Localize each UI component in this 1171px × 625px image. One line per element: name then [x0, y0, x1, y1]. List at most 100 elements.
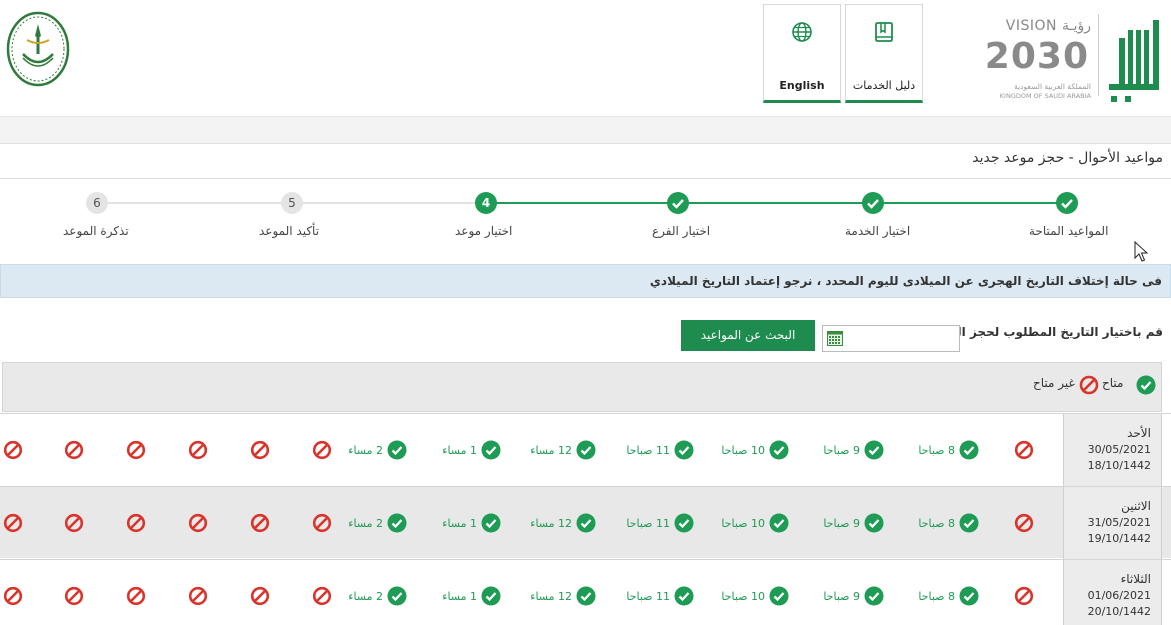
step-2-label: اختيار الخدمة: [845, 224, 911, 238]
available-slot[interactable]: 11 صباحا: [612, 513, 694, 535]
step-1-circle: [1056, 192, 1078, 214]
check-icon: [387, 586, 407, 606]
header-strip: [0, 116, 1171, 144]
vision-country-ar: المملكة العربية السعودية: [1014, 82, 1091, 91]
unavailable-slot-icon: [188, 513, 208, 533]
available-slot[interactable]: 2 مساء: [325, 586, 407, 608]
step-1-label: المواعيد المتاحة: [1029, 224, 1109, 238]
day-name: الاثنين: [1121, 499, 1151, 513]
available-slot[interactable]: 9 صباحا: [802, 513, 884, 535]
check-icon: [387, 513, 407, 533]
date-input[interactable]: [822, 325, 960, 352]
slot-time-label: 9 صباحا: [823, 590, 860, 603]
slot-time-label: 11 صباحا: [626, 590, 670, 603]
slot-time-label: 8 صباحا: [918, 590, 955, 603]
slot-time-label: 10 صباحا: [721, 590, 765, 603]
unavailable-slot-icon: [3, 586, 23, 606]
unavailable-ban-icon: [1079, 375, 1099, 395]
slot-time-label: 9 صباحا: [823, 517, 860, 530]
slot-time-label: 11 صباحا: [626, 444, 670, 457]
table-row: الاثنين 31/05/2021 19/10/1442 8 صباحا 9 صباح…: [0, 486, 1171, 559]
check-icon: [769, 440, 789, 460]
check-icon: [576, 586, 596, 606]
available-slot[interactable]: 2 مساء: [325, 440, 407, 462]
unavailable-slot-icon: [312, 586, 332, 606]
available-slot[interactable]: 12 مساء: [514, 513, 596, 535]
slot-time-label: 2 مساء: [348, 444, 383, 457]
services-guide-button[interactable]: دليل الخدمات: [845, 4, 923, 103]
gregorian-date: 31/05/2021: [1087, 516, 1151, 529]
site-header: English دليل الخدمات VISION رؤيـة 2030 ا…: [0, 0, 1171, 116]
check-icon: [481, 513, 501, 533]
vision-title: VISION رؤيـة: [1005, 18, 1091, 34]
legend-unavailable-label: غير متاح: [1033, 376, 1075, 390]
slot-time-label: 12 مساء: [530, 517, 572, 530]
step-3-circle: [667, 192, 689, 214]
table-row: الثلاثاء 01/06/2021 20/10/1442 8 صباحا 9 صبا…: [0, 559, 1171, 625]
slot-time-label: 11 صباحا: [626, 517, 670, 530]
step-2-circle: [862, 192, 884, 214]
logo-divider: [1098, 14, 1099, 96]
unavailable-slot-icon: [3, 440, 23, 460]
calendar-icon[interactable]: [827, 331, 843, 346]
check-icon: [481, 440, 501, 460]
day-cell: الأحد 30/05/2021 18/10/1442: [1063, 414, 1162, 486]
english-language-button[interactable]: English: [763, 4, 841, 103]
day-cell: الاثنين 31/05/2021 19/10/1442: [1063, 487, 1162, 559]
available-slot[interactable]: 12 مساء: [514, 586, 596, 608]
search-appointments-button[interactable]: البحث عن المواعيد: [681, 320, 815, 351]
available-slot[interactable]: 10 صباحا: [707, 440, 789, 462]
day-name: الأحد: [1127, 426, 1151, 440]
available-slot[interactable]: 11 صباحا: [612, 440, 694, 462]
unavailable-slot-icon: [1014, 586, 1034, 606]
available-slot[interactable]: 9 صباحا: [802, 586, 884, 608]
check-icon: [959, 513, 979, 533]
slot-time-label: 8 صباحا: [918, 517, 955, 530]
available-slot[interactable]: 1 مساء: [419, 586, 501, 608]
step-3-label: اختيار الفرع: [652, 224, 711, 238]
slot-time-label: 12 مساء: [530, 444, 572, 457]
vision-2030-logo: VISION رؤيـة 2030 المملكة العربية السعود…: [985, 12, 1091, 102]
available-slot[interactable]: 11 صباحا: [612, 586, 694, 608]
divider: [0, 178, 1171, 179]
available-slot[interactable]: 12 مساء: [514, 440, 596, 462]
step-6-label: تذكرة الموعد: [63, 224, 129, 238]
day-name: الثلاثاء: [1120, 572, 1151, 586]
unavailable-slot-icon: [312, 513, 332, 533]
gregorian-date: 01/06/2021: [1087, 589, 1151, 602]
unavailable-slot-icon: [188, 586, 208, 606]
available-slot[interactable]: 8 صباحا: [897, 440, 979, 462]
available-slot[interactable]: 8 صباحا: [897, 513, 979, 535]
available-slot[interactable]: 9 صباحا: [802, 440, 884, 462]
available-slot[interactable]: 1 مساء: [419, 440, 501, 462]
absher-logo[interactable]: [1105, 8, 1165, 104]
check-icon: [674, 440, 694, 460]
booking-stepper: 4 5 6 المواعيد المتاحة اختيار الخدمة اخت…: [0, 180, 1171, 258]
check-icon: [864, 586, 884, 606]
unavailable-slot-icon: [250, 440, 270, 460]
available-slot[interactable]: 2 مساء: [325, 513, 407, 535]
step-5-circle: 5: [281, 192, 303, 214]
unavailable-slot-icon: [126, 586, 146, 606]
book-icon: [875, 22, 893, 42]
gregorian-date: 30/05/2021: [1087, 443, 1151, 456]
unavailable-slot-icon: [312, 440, 332, 460]
unavailable-slot-icon: [64, 440, 84, 460]
check-icon: [864, 513, 884, 533]
notice-text: فى حالة إختلاف التاريخ الهجرى عن الميلاد…: [649, 274, 1162, 288]
available-slot[interactable]: 1 مساء: [419, 513, 501, 535]
available-slot[interactable]: 10 صباحا: [707, 586, 789, 608]
mouse-cursor-icon: [1134, 241, 1148, 262]
slot-time-label: 8 صباحا: [918, 444, 955, 457]
english-label: English: [779, 79, 825, 92]
hijri-date: 18/10/1442: [1087, 459, 1151, 472]
unavailable-slot-icon: [64, 586, 84, 606]
check-icon: [387, 440, 407, 460]
check-icon: [769, 586, 789, 606]
slot-time-label: 1 مساء: [442, 590, 477, 603]
slot-time-label: 9 صباحا: [823, 444, 860, 457]
slot-time-label: 12 مساء: [530, 590, 572, 603]
available-slot[interactable]: 10 صباحا: [707, 513, 789, 535]
available-slot[interactable]: 8 صباحا: [897, 586, 979, 608]
saudi-emblem-logo[interactable]: [5, 10, 71, 88]
